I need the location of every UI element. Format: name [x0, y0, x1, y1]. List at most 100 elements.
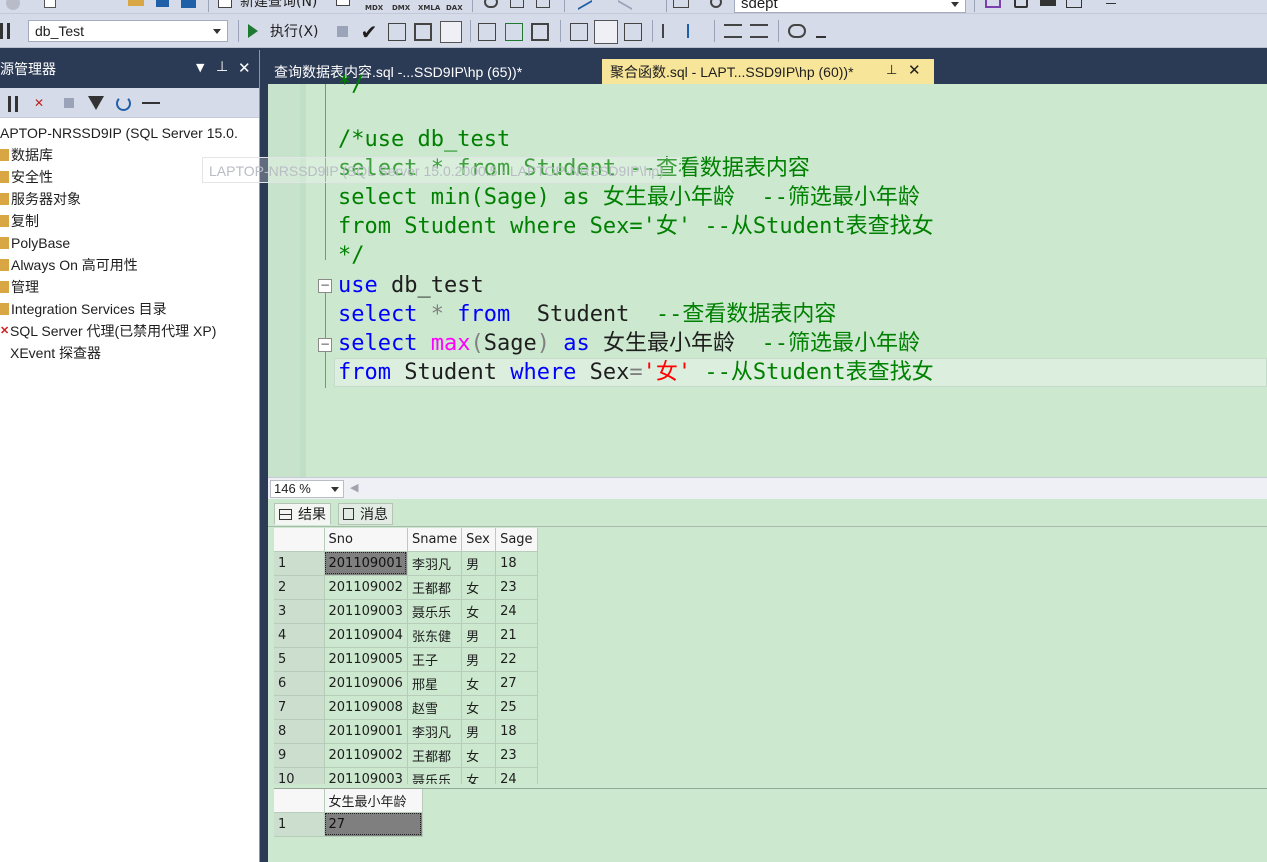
grid-cell[interactable]: 邢星 — [407, 671, 463, 696]
scroll-left-icon[interactable]: ◀ — [350, 481, 358, 494]
window-layout-icon[interactable] — [1066, 0, 1082, 8]
back-icon[interactable] — [6, 0, 20, 10]
column-header[interactable]: Sex — [461, 528, 497, 552]
client-statistics-icon[interactable] — [531, 23, 549, 41]
refresh-icon[interactable] — [116, 96, 131, 111]
database-engine-query-icon[interactable] — [336, 0, 350, 6]
activity-monitor-icon[interactable] — [142, 102, 160, 104]
properties-icon[interactable] — [1014, 0, 1028, 8]
grid-cell[interactable]: 男 — [461, 647, 497, 672]
save-all-icon[interactable] — [181, 0, 196, 8]
row-number[interactable]: 1 — [274, 551, 325, 576]
zoom-selector[interactable]: 146 % — [270, 480, 344, 498]
new-query-icon[interactable] — [218, 0, 232, 8]
tree-item[interactable]: 复制 — [0, 210, 259, 232]
query-designer-icon[interactable] — [414, 23, 432, 41]
collapse-toggle-icon[interactable]: − — [318, 338, 332, 352]
grid-cell[interactable]: 201109002 — [324, 575, 408, 600]
grid-cell[interactable]: 22 — [495, 647, 538, 672]
dax-query-button[interactable]: DAX — [446, 5, 463, 12]
live-statistics-icon[interactable] — [505, 23, 523, 41]
row-number[interactable]: 4 — [274, 623, 325, 648]
tab-results[interactable]: 结果 — [274, 503, 331, 525]
result-grid-2[interactable]: 女生最小年龄 1 27 — [274, 788, 1267, 862]
pin-icon[interactable]: ⊥ — [886, 62, 897, 78]
grid-cell[interactable]: 女 — [461, 695, 497, 720]
grid-cell[interactable]: 女 — [461, 767, 497, 784]
tree-item[interactable]: XEvent 探查器 — [0, 342, 259, 364]
table-row[interactable]: 8 201109001 李羽凡男 18 — [274, 719, 538, 744]
code-line[interactable]: use db_test — [338, 271, 484, 300]
grid-corner[interactable] — [274, 528, 325, 552]
execute-icon[interactable] — [248, 24, 258, 38]
results-to-grid-icon[interactable] — [594, 20, 618, 44]
tab-messages[interactable]: 消息 — [338, 503, 393, 525]
search-combo[interactable]: sdept — [734, 0, 966, 13]
grid-cell[interactable]: 聂乐乐 — [407, 599, 463, 624]
collapse-toggle-icon[interactable]: − — [318, 279, 332, 293]
redo-icon[interactable] — [618, 0, 632, 11]
window-position-icon[interactable]: ▼ — [196, 61, 204, 74]
grid-cell[interactable]: 女 — [461, 575, 497, 600]
toolbox-icon[interactable] — [1040, 0, 1056, 6]
specify-template-values-icon[interactable] — [788, 24, 806, 38]
table-row[interactable]: 1 27 — [274, 812, 423, 837]
grid-cell[interactable]: 女 — [461, 743, 497, 768]
grid-cell[interactable]: 21 — [495, 623, 538, 648]
code-line[interactable]: */ — [338, 241, 365, 270]
grid-cell[interactable]: 18 — [495, 551, 538, 576]
table-row[interactable]: 10 201109003 聂乐乐女 24 — [274, 767, 538, 784]
undo-icon[interactable] — [578, 0, 592, 11]
close-icon[interactable]: ✕ — [238, 59, 251, 77]
table-row[interactable]: 9 201109002 王都都女 23 — [274, 743, 538, 768]
grid-cell[interactable]: 25 — [495, 695, 538, 720]
grid-cell[interactable]: 27 — [495, 671, 538, 696]
row-number[interactable]: 7 — [274, 695, 325, 720]
dmx-query-button[interactable]: DMX — [392, 5, 410, 12]
toolbar-options-icon[interactable] — [1106, 3, 1116, 11]
grid-cell[interactable]: 男 — [461, 623, 497, 648]
table-row[interactable]: 7 201109008 赵雪女 25 — [274, 695, 538, 720]
table-row[interactable]: 2 201109002 王都都女 23 — [274, 575, 538, 600]
paste-icon[interactable] — [536, 0, 550, 8]
table-row[interactable]: 1 201109001 李羽凡男 18 — [274, 551, 538, 576]
connect-icon[interactable] — [0, 23, 10, 39]
open-file-icon[interactable] — [128, 0, 144, 6]
new-query-button[interactable]: 新建查询(N) — [240, 0, 317, 9]
grid-cell[interactable]: 女 — [461, 599, 497, 624]
grid-cell[interactable]: 王都都 — [407, 743, 463, 768]
table-row[interactable]: 6 201109006 邢星女 27 — [274, 671, 538, 696]
mdx-query-button[interactable]: MDX — [365, 5, 383, 12]
row-number[interactable]: 3 — [274, 599, 325, 624]
pin-icon[interactable]: ⊥ — [216, 59, 228, 75]
row-number[interactable]: 2 — [274, 575, 325, 600]
tree-item[interactable]: 管理 — [0, 276, 259, 298]
grid-cell[interactable]: 201109004 — [324, 623, 408, 648]
parse-checkmark-icon[interactable]: ✔ — [360, 22, 378, 42]
stop-icon[interactable] — [337, 26, 348, 37]
grid-cell[interactable]: 201109003 — [324, 767, 408, 784]
filter-icon[interactable] — [88, 96, 104, 110]
row-number[interactable]: 6 — [274, 671, 325, 696]
connect-icon[interactable] — [8, 96, 18, 112]
grid-cell[interactable]: 李羽凡 — [407, 551, 463, 576]
result-grid-1[interactable]: Sno Sname Sex Sage 1 201109001 李羽凡男 18 2 20110900… — [274, 528, 1267, 784]
chevron-down-icon[interactable] — [213, 29, 221, 34]
tab-query-table-content[interactable]: 查询数据表内容.sql -...SSD9IP\hp (65))* — [266, 59, 596, 84]
close-icon[interactable]: ✕ — [908, 61, 921, 79]
grid-cell[interactable]: 201109001 — [324, 719, 408, 744]
row-number[interactable]: 9 — [274, 743, 325, 768]
grid-cell[interactable]: 张东健 — [407, 623, 463, 648]
column-header[interactable]: 女生最小年龄 — [324, 789, 423, 813]
grid-cell[interactable]: 王都都 — [407, 575, 463, 600]
intellisense-icon[interactable] — [440, 21, 462, 43]
grid-cell[interactable]: 201109001 — [324, 551, 408, 576]
database-selector[interactable]: db_Test — [28, 20, 228, 42]
disconnect-icon[interactable]: ✕ — [34, 96, 50, 112]
visual-studio-icon[interactable] — [985, 0, 1001, 8]
chevron-down-icon[interactable] — [951, 1, 959, 7]
tab-aggregate-functions[interactable]: 聚合函数.sql - LAPT...SSD9IP\hp (60))* ⊥ ✕ — [602, 59, 934, 84]
chevron-down-icon[interactable] — [331, 487, 339, 492]
code-line[interactable]: select min(Sage) as 女生最小年龄 --筛选最小年龄 — [338, 183, 920, 212]
copy-icon[interactable] — [510, 0, 524, 8]
